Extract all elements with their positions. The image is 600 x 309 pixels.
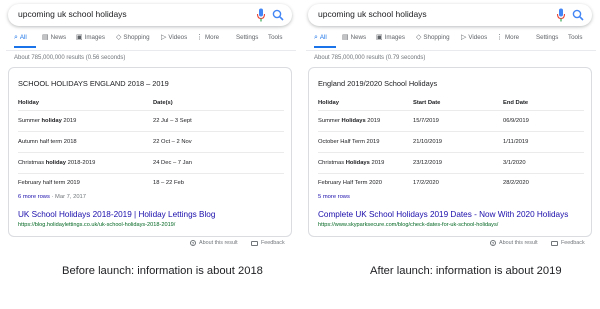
- mic-icon[interactable]: [556, 8, 566, 22]
- more-icon: ⋮: [496, 34, 503, 41]
- feedback-icon: [551, 240, 558, 246]
- divider: [318, 173, 584, 174]
- table-cell-dates: 18 – 22 Feb: [153, 180, 184, 186]
- table-cell-end-date: 3/1/2020: [503, 160, 526, 166]
- divider: [318, 110, 584, 111]
- feedback-icon: [251, 240, 258, 246]
- help-icon: ?: [190, 240, 196, 246]
- search-icon: ⌕: [14, 34, 18, 41]
- search-tabs: ⌕ All ▤ News ▣ Images ◇ Shopping ▷ Videos ⋮ Mo…: [306, 32, 596, 50]
- divider: [318, 152, 584, 153]
- before-panel: upcoming uk school holidays ⌕ All ▤ News ▣…: [6, 0, 296, 255]
- tab-images[interactable]: ▣ Images: [76, 34, 105, 41]
- tab-videos[interactable]: ▷ Videos: [161, 34, 187, 41]
- active-tab-indicator: [14, 46, 36, 48]
- results-count: About 785,000,000 results (0.56 seconds): [14, 55, 126, 61]
- play-icon: ▷: [461, 34, 467, 41]
- featured-snippet-card: England 2019/2020 School Holidays Holida…: [308, 67, 592, 237]
- tab-shopping[interactable]: ◇ Shopping: [416, 34, 450, 41]
- table-cell-holiday: Summer holiday 2019: [18, 118, 77, 124]
- table-cell-start-date: 23/12/2019: [413, 160, 443, 166]
- search-box[interactable]: upcoming uk school holidays: [308, 4, 592, 26]
- tab-all[interactable]: ⌕ All: [314, 34, 327, 41]
- table-cell-start-date: 15/7/2019: [413, 118, 439, 124]
- featured-snippet-card: SCHOOL HOLIDAYS ENGLAND 2018 – 2019 Holi…: [8, 67, 292, 237]
- table-cell-start-date: 21/10/2019: [413, 139, 443, 145]
- divider: [6, 50, 296, 51]
- search-input[interactable]: upcoming uk school holidays: [18, 9, 127, 19]
- divider: [306, 50, 596, 51]
- table-cell-holiday: Summer Holidays 2019: [318, 118, 381, 124]
- search-icon[interactable]: [572, 9, 584, 21]
- help-icon: ?: [490, 240, 496, 246]
- result-url: https://www.skyparksecure.com/blog/check…: [318, 222, 499, 228]
- tab-videos[interactable]: ▷ Videos: [461, 34, 487, 41]
- search-icon[interactable]: [272, 9, 284, 21]
- table-cell-dates: 24 Dec – 7 Jan: [153, 160, 192, 166]
- tab-images[interactable]: ▣ Images: [376, 34, 405, 41]
- news-icon: ▤: [342, 34, 349, 41]
- feedback-link[interactable]: Feedback: [551, 240, 585, 246]
- tab-shopping[interactable]: ◇ Shopping: [116, 34, 150, 41]
- table-cell-holiday: February Half Term 2020: [318, 180, 383, 186]
- results-count: About 785,000,000 results (0.79 seconds): [314, 55, 426, 61]
- table-cell-start-date: 17/2/2020: [413, 180, 439, 186]
- card-title: England 2019/2020 School Holidays: [318, 79, 438, 88]
- tab-settings[interactable]: Settings: [236, 34, 258, 41]
- tab-more[interactable]: ⋮ More: [496, 34, 519, 41]
- tag-icon: ◇: [116, 34, 122, 41]
- table-cell-dates: 22 Oct – 2 Nov: [153, 139, 192, 145]
- after-caption: After launch: information is about 2019: [370, 265, 562, 277]
- table-cell-holiday: February half term 2019: [18, 180, 80, 186]
- search-box[interactable]: upcoming uk school holidays: [8, 4, 292, 26]
- table-cell-dates: 22 Jul – 3 Sept: [153, 118, 192, 124]
- divider: [18, 152, 284, 153]
- news-icon: ▤: [42, 34, 49, 41]
- search-input[interactable]: upcoming uk school holidays: [318, 9, 427, 19]
- result-title-link[interactable]: UK School Holidays 2018-2019 | Holiday L…: [18, 210, 215, 219]
- play-icon: ▷: [161, 34, 167, 41]
- mic-icon[interactable]: [256, 8, 266, 22]
- tab-more[interactable]: ⋮ More: [196, 34, 219, 41]
- tab-news[interactable]: ▤ News: [42, 34, 66, 41]
- more-rows-link[interactable]: 6 more rows · Mar 7, 2017: [18, 194, 86, 200]
- feedback-link[interactable]: Feedback: [251, 240, 285, 246]
- column-header: Start Date: [413, 100, 441, 106]
- divider: [18, 173, 284, 174]
- column-header: Holiday: [18, 100, 39, 106]
- search-tabs: ⌕ All ▤ News ▣ Images ◇ Shopping ▷ Videos ⋮ Mo…: [6, 32, 296, 50]
- about-this-result-link[interactable]: ? About this result: [190, 240, 238, 246]
- table-cell-holiday: October Half Term 2019: [318, 139, 380, 145]
- tab-settings[interactable]: Settings: [536, 34, 558, 41]
- about-this-result-link[interactable]: ? About this result: [490, 240, 538, 246]
- active-tab-indicator: [314, 46, 336, 48]
- card-title: SCHOOL HOLIDAYS ENGLAND 2018 – 2019: [18, 79, 169, 88]
- column-header: End Date: [503, 100, 529, 106]
- tab-tools[interactable]: Tools: [568, 34, 582, 41]
- divider: [318, 131, 584, 132]
- result-title-link[interactable]: Complete UK School Holidays 2019 Dates -…: [318, 210, 568, 219]
- before-caption: Before launch: information is about 2018: [62, 265, 263, 277]
- more-icon: ⋮: [196, 34, 203, 41]
- column-header: Date(s): [153, 100, 173, 106]
- tab-tools[interactable]: Tools: [268, 34, 282, 41]
- image-icon: ▣: [376, 34, 383, 41]
- more-rows-link[interactable]: 5 more rows: [318, 194, 350, 200]
- tab-news[interactable]: ▤ News: [342, 34, 366, 41]
- tag-icon: ◇: [416, 34, 422, 41]
- column-header: Holiday: [318, 100, 339, 106]
- divider: [18, 131, 284, 132]
- tab-all[interactable]: ⌕ All: [14, 34, 27, 41]
- table-cell-holiday: Christmas Holidays 2019: [318, 160, 385, 166]
- table-cell-end-date: 1/11/2019: [503, 139, 529, 145]
- table-cell-holiday: Christmas holiday 2018-2019: [18, 160, 96, 166]
- search-icon: ⌕: [314, 34, 318, 41]
- after-panel: upcoming uk school holidays ⌕ All ▤ News ▣…: [306, 0, 596, 255]
- table-cell-end-date: 28/2/2020: [503, 180, 529, 186]
- table-cell-end-date: 06/9/2019: [503, 118, 529, 124]
- image-icon: ▣: [76, 34, 83, 41]
- divider: [18, 110, 284, 111]
- table-cell-holiday: Autumn half term 2018: [18, 139, 77, 145]
- result-url: https://blog.holidaylettings.co.uk/uk-sc…: [18, 222, 176, 228]
